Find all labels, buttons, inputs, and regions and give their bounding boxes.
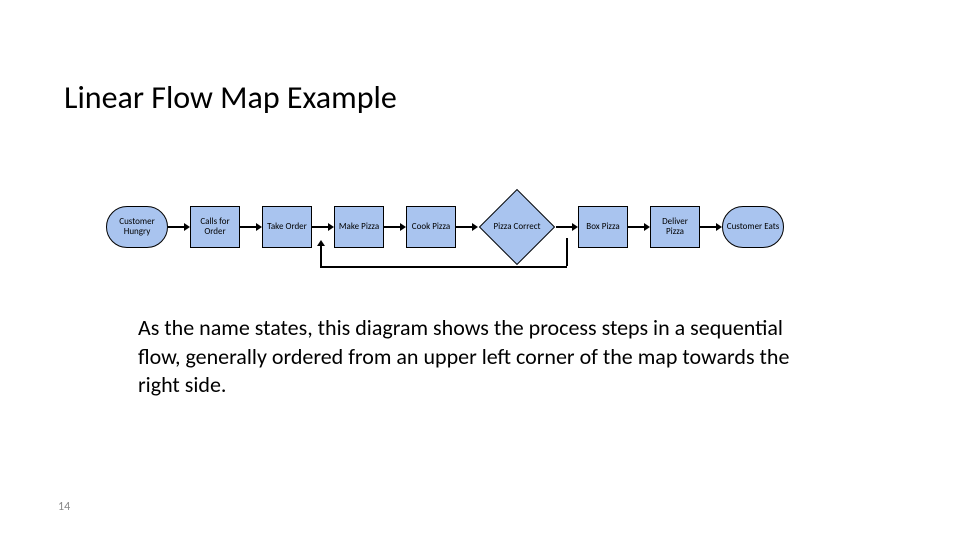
arrow-icon <box>628 227 650 228</box>
terminator-end: Customer Eats <box>722 206 784 248</box>
arrow-up-icon <box>317 240 325 246</box>
process-step: Calls for Order <box>190 206 240 248</box>
process-step: Take Order <box>262 206 312 248</box>
feedback-loop <box>320 238 572 274</box>
terminator-start: Customer Hungry <box>106 206 168 248</box>
arrow-icon <box>240 227 262 228</box>
page-number: 14 <box>58 500 70 514</box>
process-step: Box Pizza <box>578 206 628 248</box>
process-step: Deliver Pizza <box>650 206 700 248</box>
description-text: As the name states, this diagram shows t… <box>138 314 818 400</box>
arrow-icon <box>384 227 406 228</box>
arrow-icon <box>700 227 722 228</box>
page-title: Linear Flow Map Example <box>64 78 397 117</box>
arrow-icon <box>556 227 578 228</box>
arrow-icon <box>456 227 478 228</box>
arrow-icon <box>312 227 334 228</box>
decision-label: Pizza Correct <box>492 222 542 232</box>
arrow-icon <box>168 227 190 228</box>
